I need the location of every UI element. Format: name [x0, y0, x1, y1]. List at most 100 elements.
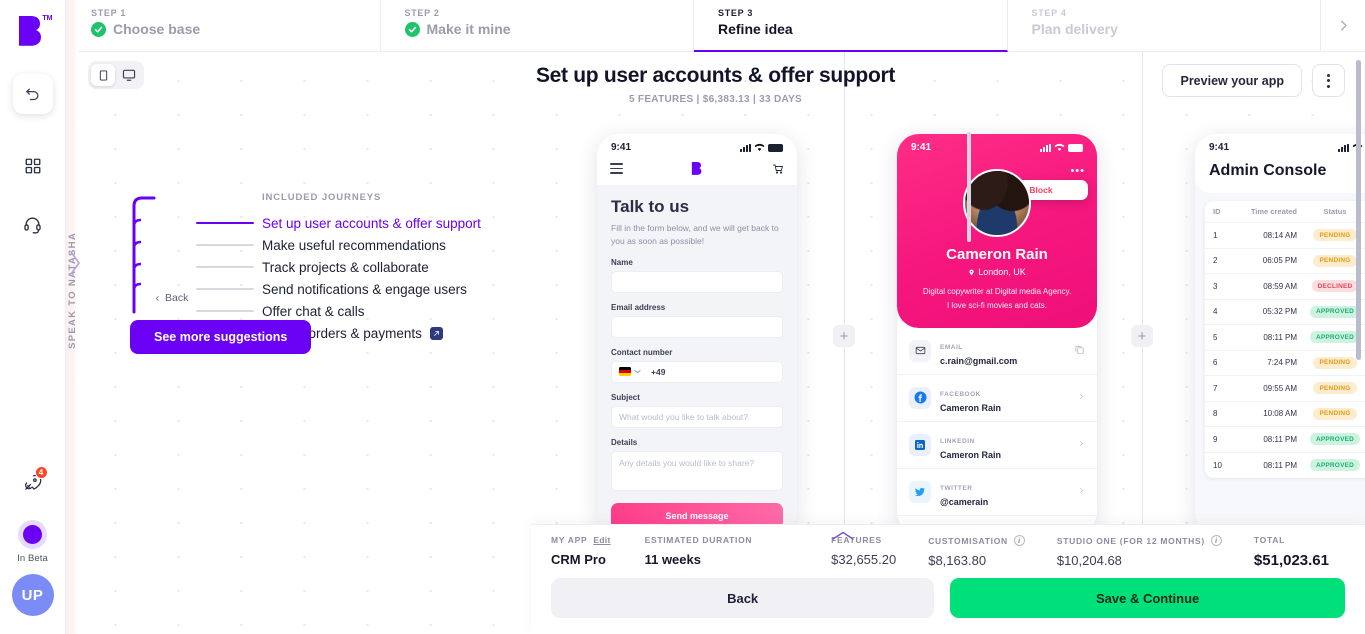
subject-input[interactable]: What would you like to talk about?	[611, 405, 783, 428]
field-label-contact: Contact number	[611, 347, 673, 357]
row-menu-button[interactable]	[1361, 410, 1365, 418]
email-input[interactable]	[611, 315, 783, 338]
cell-time: 08:11 PM	[1263, 332, 1297, 342]
row-menu-button[interactable]	[1361, 435, 1365, 443]
user-avatar[interactable]: UP	[11, 574, 54, 616]
status-time: 9:41	[1209, 142, 1230, 153]
contact-row-facebook[interactable]: FACEBOOK Cameron Rain	[897, 375, 1097, 422]
journey-item-4[interactable]: Offer chat & calls	[196, 300, 481, 322]
row-menu-button[interactable]	[1361, 461, 1365, 469]
chevron-right-icon[interactable]	[1078, 439, 1085, 451]
mail-icon	[909, 339, 931, 362]
table-row[interactable]: 8 10:08 AM PENDING	[1205, 402, 1365, 427]
brand-logo[interactable]: TM	[15, 14, 53, 52]
table-row[interactable]: 10 08:11 PM APPROVED	[1205, 453, 1365, 479]
view-desktop-button[interactable]	[117, 64, 141, 86]
save-continue-button[interactable]: Save & Continue	[950, 578, 1345, 618]
add-screen-button-1[interactable]: +	[833, 325, 855, 347]
canvas-scrollbar[interactable]	[1356, 60, 1361, 360]
duration-value: 11 weeks	[644, 552, 701, 567]
info-icon[interactable]: i	[1013, 535, 1025, 546]
step-1[interactable]: STEP 1 Choose base	[66, 0, 381, 52]
table-row[interactable]: 9 08:11 PM APPROVED	[1205, 427, 1365, 453]
wifi-icon	[1054, 143, 1065, 152]
profile-bio: Digital copywriter at Digital media Agen…	[897, 285, 1097, 314]
hamburger-icon[interactable]	[610, 163, 623, 174]
table-row[interactable]: 1 08:14 AM PENDING	[1205, 223, 1365, 249]
details-textarea[interactable]: Any details you would like to share?	[611, 450, 783, 491]
location-pin-icon	[969, 269, 974, 275]
profile-more-icon[interactable]: •••	[1070, 165, 1085, 177]
see-more-suggestions-button[interactable]: See more suggestions	[130, 320, 312, 354]
chevron-right-icon	[1340, 20, 1347, 31]
support-button[interactable]	[13, 204, 53, 244]
table-row[interactable]: 3 08:59 AM DECLINED	[1205, 274, 1365, 300]
edit-app-link[interactable]: Edit	[593, 535, 610, 545]
row-menu-button[interactable]	[1361, 308, 1365, 316]
contact-number-input[interactable]: +49	[611, 360, 783, 383]
screen-preview-profile[interactable]: 9:41 ••• Block Cameron Rain London, UK D…	[897, 134, 1097, 534]
journeys-scrollbar[interactable]	[967, 132, 971, 242]
copy-icon[interactable]	[1074, 344, 1085, 358]
contact-value: c.rain@gmail.com	[940, 355, 1018, 366]
screen-preview-contact-form[interactable]: 9:41 Talk to us Fill in the form below, …	[597, 134, 797, 534]
steps-next-button[interactable]	[1321, 0, 1365, 52]
step-3-title: Refine idea	[718, 21, 1007, 37]
row-menu-button[interactable]	[1361, 333, 1365, 341]
design-canvas: Set up user accounts & offer support 5 F…	[66, 52, 1365, 634]
journey-item-1[interactable]: Make useful recommendations	[196, 234, 481, 256]
phone1-nav	[597, 155, 797, 185]
cell-status: PENDING	[1309, 229, 1361, 242]
step-2[interactable]: STEP 2 Make it mine	[380, 0, 694, 52]
field-label-name: Name	[611, 257, 633, 267]
step-3[interactable]: STEP 3 Refine idea	[694, 0, 1008, 52]
preview-app-button[interactable]: Preview your app	[1162, 64, 1302, 97]
cell-id: 8	[1213, 409, 1218, 419]
journey-item-2[interactable]: Track projects & collaborate	[196, 256, 481, 278]
steps-bar: STEP 1 Choose base STEP 2 Make it mine S…	[66, 0, 1365, 52]
contact-row-twitter[interactable]: TWITTER @camerain	[897, 469, 1097, 516]
table-row[interactable]: 4 05:32 PM APPROVED	[1205, 300, 1365, 325]
row-menu-button[interactable]	[1361, 231, 1365, 239]
row-menu-button[interactable]	[1361, 282, 1365, 290]
cell-time: 08:59 AM	[1263, 281, 1297, 291]
grid-icon	[25, 158, 40, 174]
headset-icon	[24, 217, 41, 233]
undo-button[interactable]	[12, 74, 53, 114]
more-options-button[interactable]	[1312, 64, 1345, 97]
row-menu-button[interactable]	[1361, 359, 1365, 367]
table-row[interactable]: 5 08:11 PM APPROVED	[1205, 325, 1365, 351]
row-menu-button[interactable]	[1361, 384, 1365, 392]
cart-icon[interactable]	[772, 163, 784, 175]
table-row[interactable]: 7 09:55 AM PENDING	[1205, 376, 1365, 402]
chevron-right-icon[interactable]	[1078, 392, 1085, 404]
canvas-back-link[interactable]: Back	[154, 292, 188, 304]
linkedin-icon	[909, 433, 931, 456]
contact-row-email[interactable]: EMAIL c.rain@gmail.com	[897, 328, 1097, 375]
back-button[interactable]: Back	[551, 578, 935, 618]
contact-row-linkedin[interactable]: LINKEDIN Cameron Rain	[897, 422, 1097, 469]
cell-status: APPROVED	[1309, 305, 1361, 318]
add-screen-button-2[interactable]: +	[1131, 325, 1153, 347]
screen-preview-admin-console[interactable]: 9:41 Admin Console ID Time created Statu…	[1195, 134, 1365, 534]
journey-item-0[interactable]: Set up user accounts & offer support	[196, 212, 481, 234]
check-icon	[91, 21, 106, 37]
name-input[interactable]	[611, 270, 783, 293]
journey-item-3[interactable]: Send notifications & engage users	[196, 278, 481, 300]
dashboard-button[interactable]	[13, 146, 53, 186]
step-1-label: STEP 1	[91, 8, 127, 18]
whats-new-button[interactable]: 4	[13, 462, 53, 502]
chevron-right-icon[interactable]	[1078, 486, 1085, 498]
row-menu-button[interactable]	[1361, 257, 1365, 265]
table-row[interactable]: 2 06:05 PM PENDING	[1205, 249, 1365, 274]
cell-time: 7:24 PM	[1267, 358, 1297, 368]
status-time: 9:41	[611, 142, 632, 153]
twitter-icon	[909, 480, 931, 503]
beta-indicator[interactable]: In Beta	[17, 520, 48, 564]
table-row[interactable]: 6 7:24 PM PENDING	[1205, 351, 1365, 376]
info-icon[interactable]: i	[1210, 535, 1222, 546]
edit-journey-icon[interactable]	[429, 326, 443, 340]
status-badge: APPROVED	[1309, 305, 1361, 318]
view-mobile-button[interactable]	[91, 64, 115, 86]
status-badge: APPROVED	[1309, 331, 1361, 344]
